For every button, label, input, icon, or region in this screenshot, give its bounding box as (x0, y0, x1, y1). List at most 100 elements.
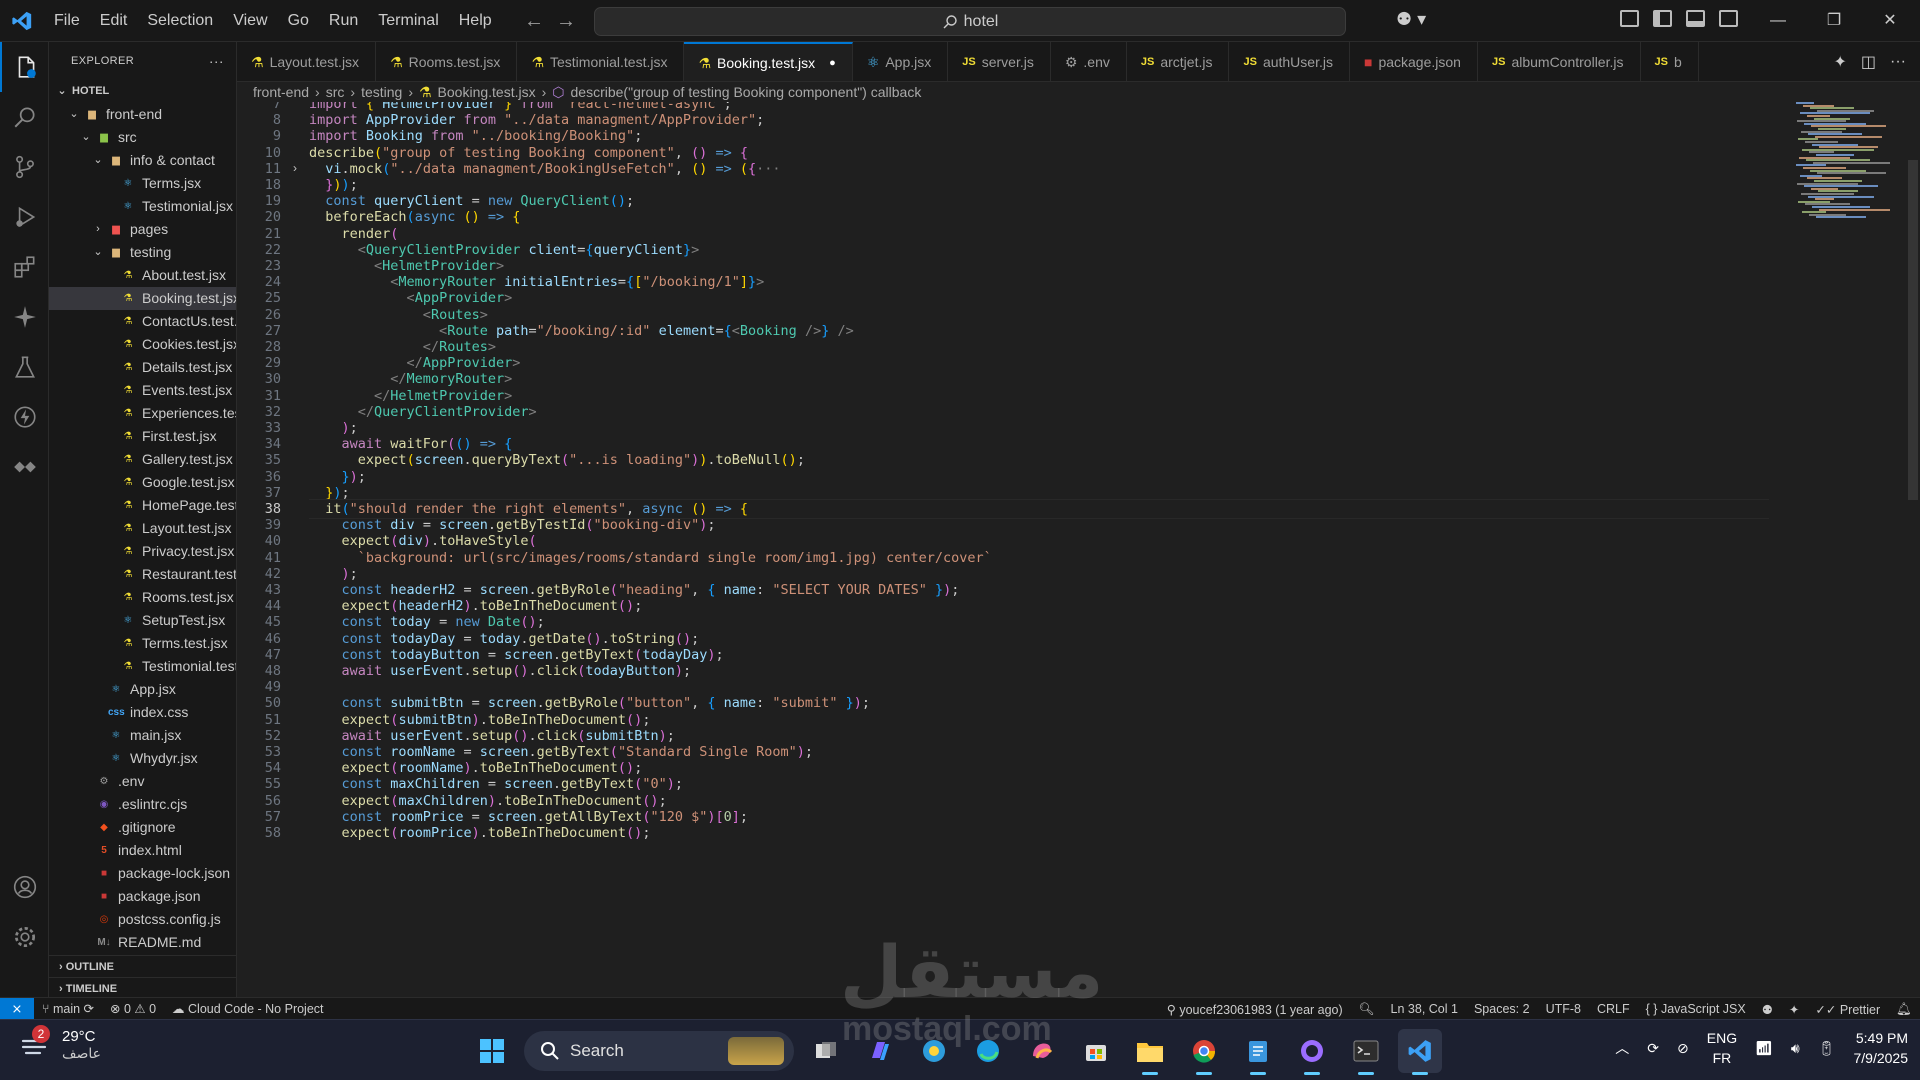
code-line[interactable]: expect(screen.queryByText("...is loading… (309, 450, 805, 470)
chevron-up-icon[interactable]: ︿ (1615, 1038, 1629, 1058)
split-editor-icon[interactable]: ◫ (1861, 52, 1876, 72)
terminal-icon[interactable] (1344, 1029, 1388, 1075)
minimize-icon[interactable]: — (1750, 0, 1806, 42)
menu-file[interactable]: File (44, 0, 90, 42)
breadcrumb-item[interactable]: describe("group of testing Booking compo… (571, 84, 922, 100)
copilot-status-icon[interactable]: ⚉ (1754, 1002, 1781, 1017)
tab-testimonial-test-jsx[interactable]: ⚗ Testimonial.test.jsx (517, 42, 685, 81)
tree-file[interactable]: ⚗ Privacy.test.jsx (49, 540, 236, 563)
taskbar-search[interactable]: Search (524, 1031, 794, 1071)
tree-file[interactable]: ⚙ .env (49, 770, 236, 793)
notepad-icon[interactable] (1236, 1029, 1280, 1075)
workspace-root[interactable]: ⌄ HOTEL (49, 80, 236, 103)
tree-file[interactable]: ⚗ About.test.jsx (49, 264, 236, 287)
edge-browser-icon[interactable] (966, 1029, 1010, 1073)
tab-booking-test-jsx[interactable]: ⚗ Booking.test.jsx ● (684, 42, 853, 81)
customize-layout-icon[interactable] (1620, 10, 1639, 27)
microsoft-store-icon[interactable] (1074, 1029, 1118, 1073)
tree-folder[interactable]: ⌄ ▆ testing (49, 241, 236, 264)
menu-edit[interactable]: Edit (90, 0, 138, 42)
tab-authuser-js[interactable]: JS authUser.js (1229, 42, 1350, 81)
prettier-status[interactable]: ✓✓ Prettier (1807, 1002, 1888, 1017)
breadcrumb-item[interactable]: Booking.test.jsx (438, 84, 536, 100)
tree-file[interactable]: ⚛ Testimonial.jsx (49, 195, 236, 218)
breadcrumb-item[interactable]: front-end (253, 84, 309, 100)
tree-file[interactable]: ⚗ HomePage.test.... (49, 494, 236, 517)
windows-start-icon[interactable] (470, 1029, 514, 1073)
testing-icon[interactable] (0, 342, 49, 392)
git-blame-status[interactable]: ⚲ youcef23061983 (1 year ago) (1159, 1002, 1351, 1017)
tree-file[interactable]: ⚗ Testimonial.test.... (49, 655, 236, 678)
search-icon[interactable] (0, 92, 49, 142)
tab-server-js[interactable]: JS server.js (948, 42, 1051, 81)
tree-file[interactable]: ⚗ Details.test.jsx (49, 356, 236, 379)
unsaved-dot-icon[interactable]: ● (829, 43, 836, 81)
timeline-section[interactable]: › TIMELINE (49, 977, 236, 997)
tree-file[interactable]: ■ package.json (49, 885, 236, 908)
accounts-icon[interactable] (0, 862, 49, 912)
tab-albumcontroller-js[interactable]: JS albumController.js (1478, 42, 1641, 81)
menu-run[interactable]: Run (319, 0, 368, 42)
more-actions-icon[interactable]: ··· (209, 53, 224, 69)
minimap[interactable] (1790, 102, 1906, 222)
file-explorer-icon[interactable] (1128, 1029, 1172, 1075)
menu-selection[interactable]: Selection (137, 0, 223, 42)
code-editor[interactable]: 7 8 9 10 11 › 18 19 20 21 22 23 24 25 26 27 28 29 30 31 32 33… (237, 102, 1920, 997)
tree-file[interactable]: 5 index.html (49, 839, 236, 862)
copilot-sparkle-icon[interactable] (0, 292, 49, 342)
code-line[interactable]: vi.mock("../data managment/BookingUseFet… (309, 159, 780, 179)
language-mode[interactable]: { } JavaScript JSX (1638, 1002, 1754, 1016)
tree-folder[interactable]: › ▆ pages (49, 218, 236, 241)
github-desktop-icon[interactable] (1290, 1029, 1334, 1075)
tab-rooms-test-jsx[interactable]: ⚗ Rooms.test.jsx (376, 42, 518, 81)
chrome-browser-icon[interactable] (1182, 1029, 1226, 1075)
tree-file[interactable]: ⚗ First.test.jsx (49, 425, 236, 448)
close-icon[interactable]: ✕ (1862, 0, 1918, 42)
sync-icon[interactable]: ⟳ (1647, 1040, 1659, 1057)
cursor-position[interactable]: Ln 38, Col 1 (1383, 1002, 1466, 1016)
tree-file[interactable]: ⚗ Booking.test.jsx (49, 287, 236, 310)
scrollbar-thumb[interactable] (1908, 160, 1918, 500)
code-line[interactable]: await userEvent.setup().click(todayButto… (309, 661, 692, 681)
tree-file[interactable]: ⚛ App.jsx (49, 678, 236, 701)
task-view-icon[interactable] (804, 1029, 848, 1073)
cloud-code-status[interactable]: ☁ Cloud Code - No Project (164, 1001, 331, 1016)
tree-file[interactable]: ◎ postcss.config.js (49, 908, 236, 931)
notifications-bell-icon[interactable]: 🔔︎ (1888, 1002, 1920, 1017)
tree-file[interactable]: ⚛ Whydyr.jsx (49, 747, 236, 770)
tree-file[interactable]: ⚗ Gallery.test.jsx (49, 448, 236, 471)
menu-view[interactable]: View (223, 0, 277, 42)
tree-file[interactable]: ■ package-lock.json (49, 862, 236, 885)
tree-folder[interactable]: ⌄ ▆ src (49, 126, 236, 149)
menu-help[interactable]: Help (449, 0, 502, 42)
volume-icon[interactable]: 🔊︎ (1791, 1040, 1800, 1057)
battery-icon[interactable]: 🔋︎ (1818, 1040, 1836, 1057)
clock[interactable]: 5:49 PM 7/9/2025 (1854, 1028, 1909, 1068)
settings-gear-icon[interactable] (0, 912, 49, 962)
tab--env[interactable]: ⚙ .env (1051, 42, 1127, 81)
forward-arrow-icon[interactable]: → (556, 10, 576, 33)
menu-go[interactable]: Go (278, 0, 319, 42)
source-control-icon[interactable] (0, 142, 49, 192)
tree-file[interactable]: ⚗ ContactUs.test.j... (49, 310, 236, 333)
tree-file[interactable]: M↓ README.md (49, 931, 236, 954)
tree-file[interactable]: ⚗ Events.test.jsx (49, 379, 236, 402)
copilot-app-icon[interactable] (858, 1029, 902, 1073)
toggle-primary-sidebar-icon[interactable] (1653, 10, 1672, 27)
tree-file[interactable]: ⚗ Cookies.test.jsx (49, 333, 236, 356)
remote-explorer-icon[interactable] (0, 442, 49, 492)
tree-file[interactable]: ⚛ main.jsx (49, 724, 236, 747)
code-line[interactable]: `background: url(src/images/rooms/standa… (309, 548, 992, 568)
tree-file[interactable]: ⚗ Restaurant.test.... (49, 563, 236, 586)
problems-status[interactable]: ⊗ 0 ⚠ 0 (102, 1001, 164, 1016)
vertical-scrollbar[interactable] (1906, 102, 1920, 997)
toggle-panel-icon[interactable] (1686, 10, 1705, 27)
tab-layout-test-jsx[interactable]: ⚗ Layout.test.jsx (237, 42, 377, 81)
weather-widget[interactable]: 2 29°C عاصف (20, 1025, 101, 1062)
extensions-icon[interactable] (0, 242, 49, 292)
remote-indicator-icon[interactable]: ⨯ (0, 997, 34, 1020)
run-debug-icon[interactable] (0, 192, 49, 242)
tab-arctjet-js[interactable]: JS arctjet.js (1127, 42, 1230, 81)
thunder-client-icon[interactable] (0, 392, 49, 442)
explorer-icon[interactable] (0, 42, 49, 92)
